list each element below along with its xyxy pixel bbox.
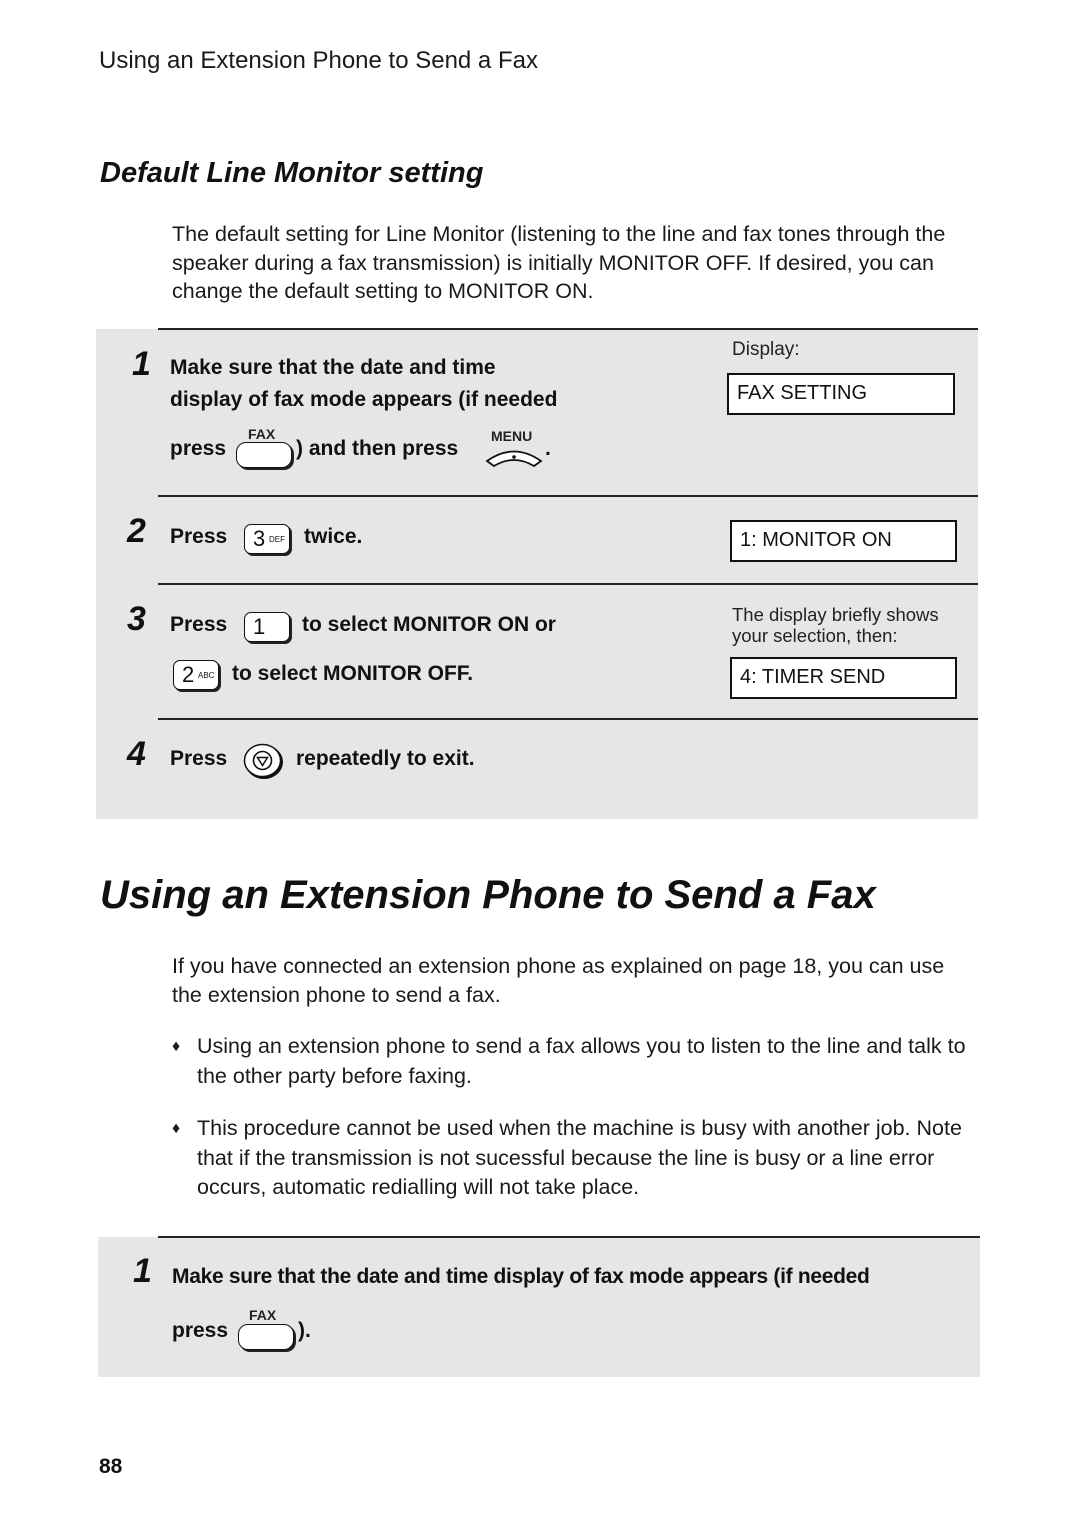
step-text: Press xyxy=(170,613,228,636)
step-text: Press xyxy=(170,525,228,548)
key-letters: ABC xyxy=(198,671,215,680)
step-text: display of fax mode appears (if needed xyxy=(170,388,558,411)
key-2-icon: 2 ABC xyxy=(173,660,219,690)
key-digit: 2 xyxy=(182,662,195,687)
divider xyxy=(158,495,978,497)
page-number: 88 xyxy=(99,1455,123,1478)
fax-key-label: FAX xyxy=(249,1307,277,1323)
step-number: 3 xyxy=(127,600,146,638)
step-text: . xyxy=(545,437,551,460)
step-text: ). xyxy=(298,1319,311,1342)
section-title: Using an Extension Phone to Send a Fax xyxy=(100,873,876,917)
divider xyxy=(158,583,978,585)
step-text: press xyxy=(170,437,227,460)
divider xyxy=(158,328,978,330)
bullet-text: This procedure cannot be used when the m… xyxy=(197,1116,962,1199)
display-label: Display: xyxy=(732,339,800,360)
key-digit: 3 xyxy=(253,526,266,551)
step-number: 4 xyxy=(127,735,146,773)
bullet-text: Using an extension phone to send a fax a… xyxy=(197,1034,966,1088)
step-text: Make sure that the date and time xyxy=(170,356,496,379)
step-text: to select MONITOR ON or xyxy=(302,613,556,636)
section-intro: If you have connected an extension phone… xyxy=(172,954,945,1007)
lcd-display: 1: MONITOR ON xyxy=(730,520,957,562)
steps-panel-2: 1 Make sure that the date and time displ… xyxy=(98,1236,980,1377)
step-text: Press xyxy=(170,747,228,770)
fax-key-icon xyxy=(236,442,292,468)
step-number: 1 xyxy=(133,1252,152,1290)
fax-key-icon xyxy=(238,1324,294,1350)
key-1-icon: 1 xyxy=(244,612,290,642)
menu-key-icon xyxy=(485,450,543,468)
step-text: to select MONITOR OFF. xyxy=(232,662,474,685)
subsection-title: Default Line Monitor setting xyxy=(100,157,484,189)
step-text: ) and then press xyxy=(296,437,459,460)
step-number: 1 xyxy=(132,345,151,383)
lcd-display: FAX SETTING xyxy=(727,373,955,415)
key-letters: DEF xyxy=(269,535,285,544)
step-text: Make sure that the date and time display… xyxy=(172,1265,870,1288)
step-text: twice. xyxy=(304,525,363,548)
stop-icon xyxy=(243,743,283,779)
diamond-bullet-icon: ♦ xyxy=(172,1038,181,1055)
step-text: repeatedly to exit. xyxy=(296,747,475,770)
key-3-icon: 3 DEF xyxy=(244,524,290,554)
lcd-display: 4: TIMER SEND xyxy=(730,657,957,699)
bullet-item: ♦ This procedure cannot be used when the… xyxy=(172,1114,972,1204)
divider xyxy=(158,1236,980,1238)
diamond-bullet-icon: ♦ xyxy=(172,1120,181,1137)
divider xyxy=(158,718,978,720)
subsection-intro: The default setting for Line Monitor (li… xyxy=(172,222,946,303)
key-digit: 1 xyxy=(253,614,266,639)
fax-key-label: FAX xyxy=(248,426,276,442)
step-text: press xyxy=(172,1319,229,1342)
display-note: The display briefly shows your selection… xyxy=(732,604,939,646)
bullet-item: ♦ Using an extension phone to send a fax… xyxy=(172,1032,972,1092)
menu-key-label: MENU xyxy=(491,428,533,444)
step-number: 2 xyxy=(127,512,146,550)
running-head: Using an Extension Phone to Send a Fax xyxy=(99,47,538,74)
steps-panel: 1 Make sure that the date and time displ… xyxy=(96,328,978,819)
